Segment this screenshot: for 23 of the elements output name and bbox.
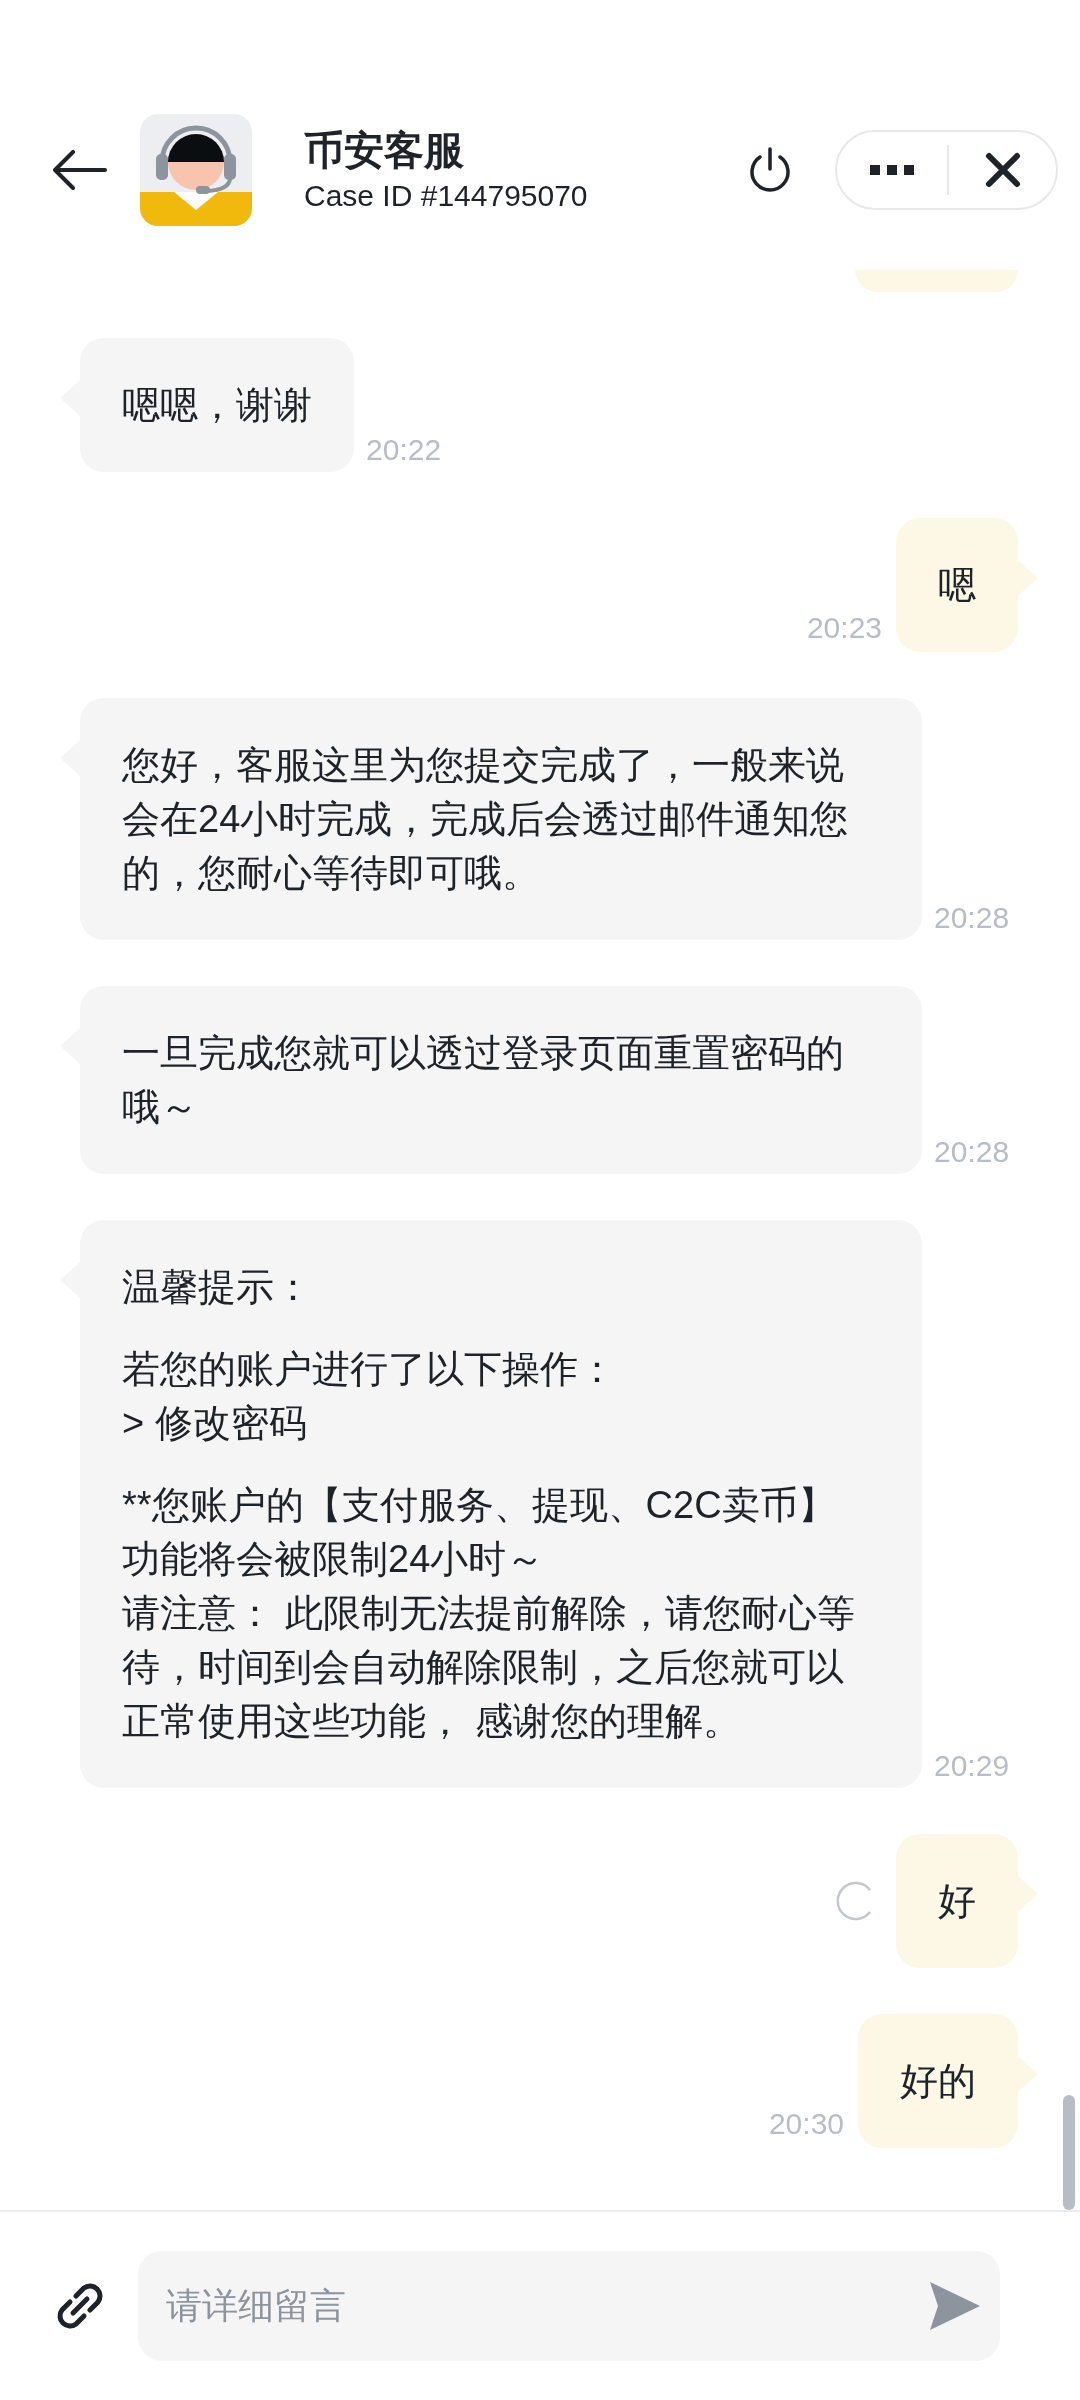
message-input[interactable]: 请详细留言 [138, 2251, 1000, 2361]
message-text: 您好，客服这里为您提交完成了，一般来说 会在24小时完成，完成后会透过邮件通知您 的，您耐心等待即可哦。 [122, 743, 850, 896]
case-id: Case ID #144795070 [304, 178, 588, 214]
message-time: 20:28 [934, 1134, 1010, 1170]
message-text: 温馨提示： [122, 1265, 313, 1310]
message-time: 20:28 [934, 900, 1010, 936]
message-time: 20:29 [934, 1748, 1010, 1784]
message-text: 嗯 [938, 563, 976, 608]
send-icon[interactable] [930, 2282, 980, 2330]
more-icon [870, 165, 914, 175]
message-time: 20:23 [806, 610, 882, 646]
message-time: 20:22 [366, 432, 442, 468]
chat-title: 币安客服 [304, 127, 465, 174]
back-arrow-icon [51, 150, 107, 190]
message-text: 一旦完成您就可以透过登录页面重置密码的 哦～ [122, 1031, 845, 1130]
message-text: 嗯嗯，谢谢 [122, 383, 312, 428]
power-icon [748, 147, 792, 193]
message-text: **您账户的【支付服务、提现、C2C卖币】 功能将会被限制24小时～ 请注意： 此限制无法提前解除，请您耐心等 待，时间到会自动解除限制，之后您就可以 正常使用这些功能， 感谢您的理解。 [122, 1483, 856, 1744]
message-text: 好的 [900, 2059, 976, 2104]
message-time: 20:30 [768, 2106, 844, 2142]
close-icon [984, 152, 1021, 188]
message-text: 若您的账户进行了以下操作： > 修改密码 [122, 1347, 617, 1446]
message-text: 好 [938, 1879, 976, 1924]
